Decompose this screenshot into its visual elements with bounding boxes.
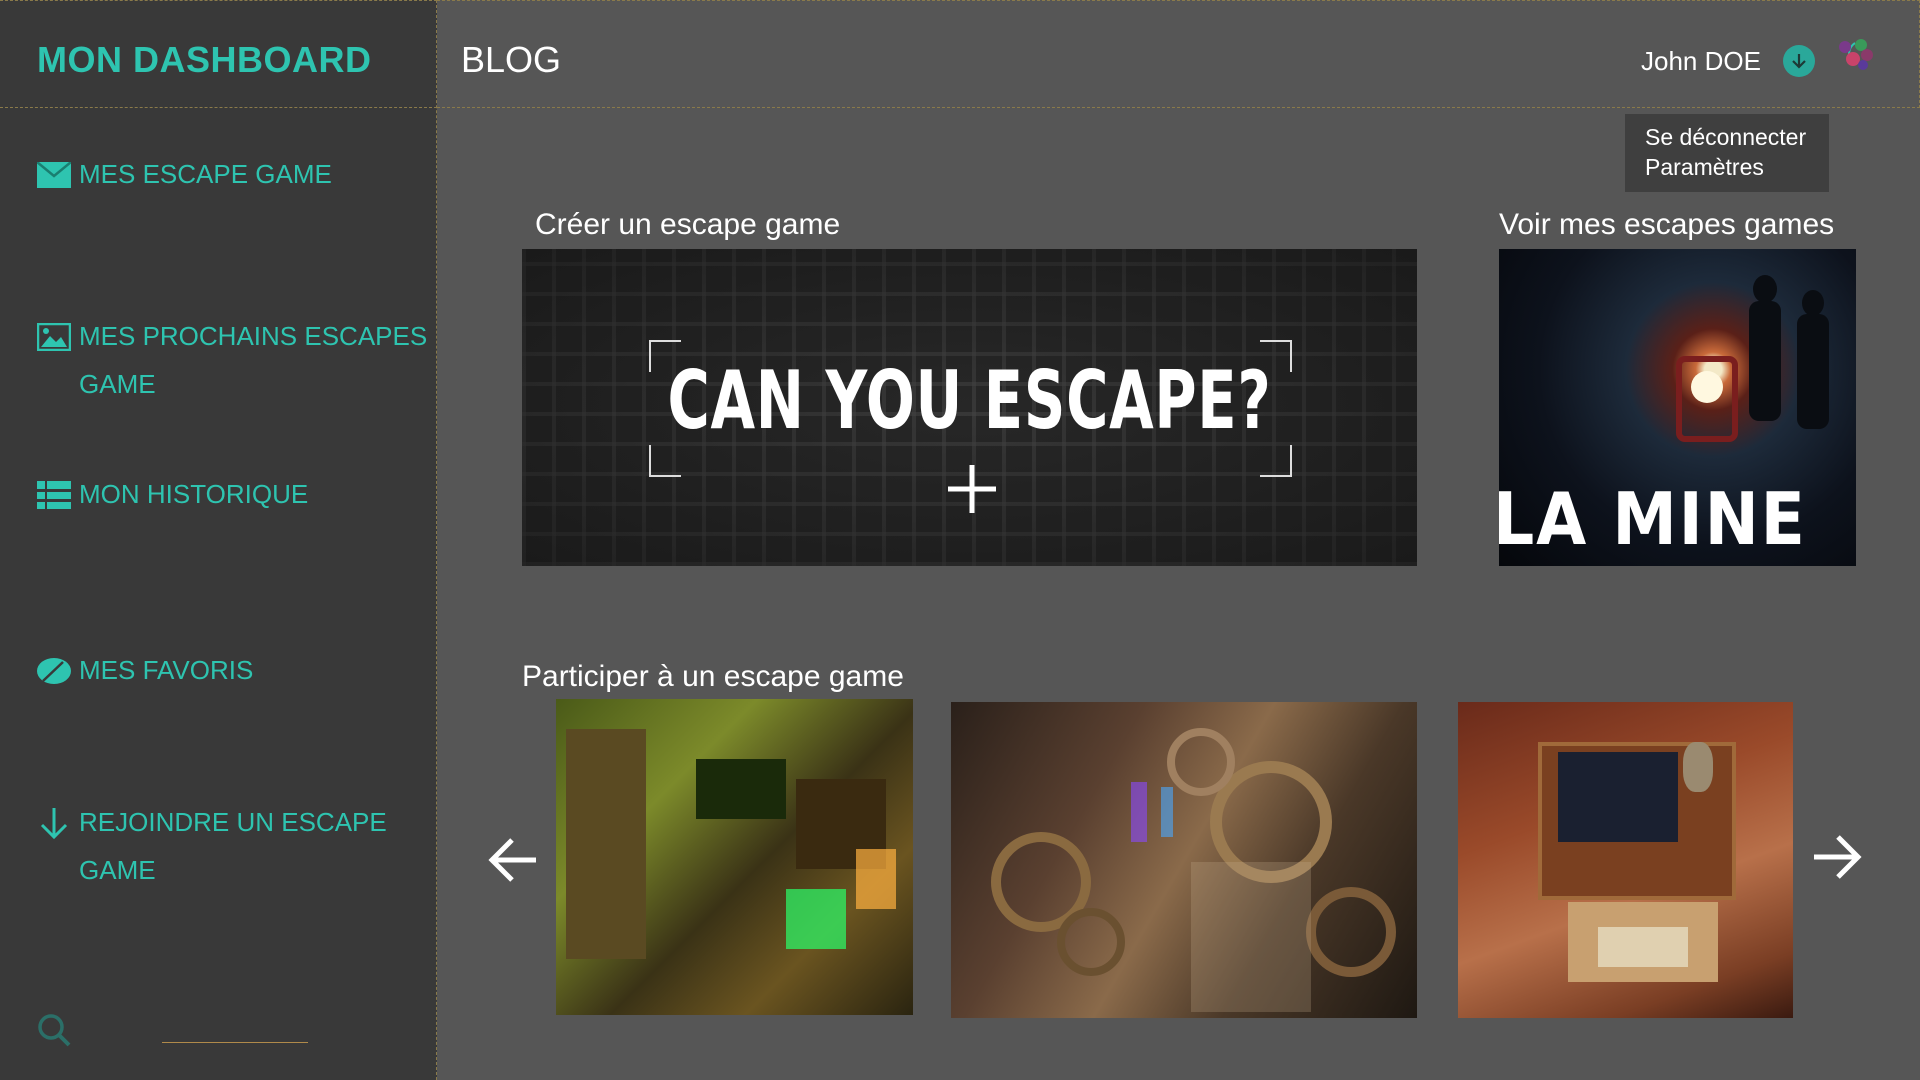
sidebar-item-label: REJOINDRE UN ESCAPE GAME xyxy=(79,807,387,885)
top-bar: BLOG John DOE xyxy=(437,0,1920,108)
sidebar-search xyxy=(36,1012,326,1052)
silhouette-figures xyxy=(1749,275,1829,429)
lantern-icon xyxy=(1676,356,1738,442)
sidebar-item-mes-escape-game[interactable]: MES ESCAPE GAME xyxy=(37,158,429,198)
my-escape-game-card[interactable]: LA MINE xyxy=(1499,249,1856,566)
sidebar-item-label: MES FAVORIS xyxy=(79,655,254,685)
sidebar: MON DASHBOARD MES ESCAPE GAME MES PROCHA… xyxy=(0,0,437,1080)
green-light xyxy=(786,889,846,949)
orange-light xyxy=(856,849,896,909)
user-menu: Se déconnecter Paramètres xyxy=(1625,114,1829,192)
escape-game-thumbnail-2[interactable] xyxy=(951,702,1417,1018)
brand-header: MON DASHBOARD xyxy=(0,0,437,108)
logout-menu-item[interactable]: Se déconnecter xyxy=(1645,122,1829,152)
leaf-icon xyxy=(37,656,71,686)
envelope-icon xyxy=(37,160,71,190)
sidebar-item-rejoindre[interactable]: REJOINDRE UN ESCAPE GAME xyxy=(37,806,429,894)
avatar-icon[interactable] xyxy=(1835,37,1875,75)
escape-game-thumbnail-3[interactable] xyxy=(1458,702,1793,1018)
dashboard-title[interactable]: MON DASHBOARD xyxy=(37,39,372,81)
frame-corner xyxy=(1260,445,1292,477)
join-section-title: Participer à un escape game xyxy=(522,660,904,693)
chevron-down-circle-icon[interactable] xyxy=(1783,45,1815,77)
banner-text: CAN YOU ESCAPE? xyxy=(667,354,1272,447)
search-input[interactable] xyxy=(162,1042,308,1043)
cabinet-shape xyxy=(566,729,646,959)
panel-shape xyxy=(696,759,786,819)
settings-menu-item[interactable]: Paramètres xyxy=(1645,152,1829,182)
sidebar-item-label: MON HISTORIQUE xyxy=(79,479,309,509)
escape-game-thumbnail-1[interactable] xyxy=(556,699,913,1015)
search-icon[interactable] xyxy=(36,1012,72,1053)
image-icon xyxy=(37,322,71,352)
keyboard-shape xyxy=(1598,927,1688,967)
card-title: LA MINE xyxy=(1499,477,1807,561)
screen-shape xyxy=(1558,752,1678,842)
mine-section-title: Voir mes escapes games xyxy=(1499,208,1835,241)
mask-decoration xyxy=(1683,742,1713,792)
list-icon xyxy=(37,480,71,510)
sidebar-item-label: MES ESCAPE GAME xyxy=(79,159,332,189)
username[interactable]: John DOE xyxy=(1641,46,1761,77)
plus-icon xyxy=(948,465,996,513)
sidebar-item-mes-prochains-escapes[interactable]: MES PROCHAINS ESCAPES GAME xyxy=(37,320,429,408)
arrow-right-icon[interactable] xyxy=(1806,827,1866,887)
frame-corner xyxy=(649,445,681,477)
arrow-left-icon[interactable] xyxy=(484,830,544,890)
create-escape-game-card[interactable]: CAN YOU ESCAPE? xyxy=(522,249,1417,566)
sidebar-item-label: MES PROCHAINS ESCAPES GAME xyxy=(79,321,428,399)
create-section-title: Créer un escape game xyxy=(535,208,841,241)
sidebar-item-mes-favoris[interactable]: MES FAVORIS xyxy=(37,654,429,694)
page-title: BLOG xyxy=(461,39,562,80)
arrow-down-icon xyxy=(37,808,71,840)
sidebar-item-mon-historique[interactable]: MON HISTORIQUE xyxy=(37,478,429,518)
gears-scene xyxy=(991,728,1396,1012)
